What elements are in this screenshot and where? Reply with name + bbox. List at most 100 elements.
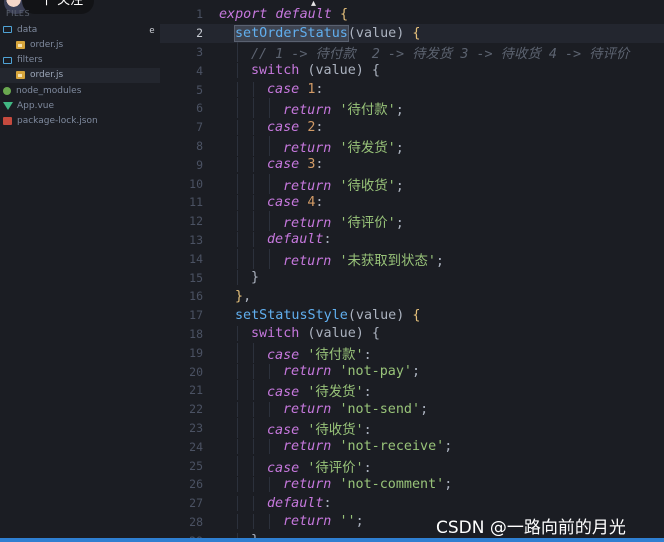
code-line[interactable]: 18 switch (value) { (160, 325, 664, 344)
code-line[interactable]: 24 return 'not-receive'; (160, 437, 664, 456)
code-line[interactable]: 17 setStatusStyle(value) { (160, 306, 664, 325)
code-text: return 'not-pay'; (219, 364, 420, 380)
indent-guide (269, 401, 270, 417)
code-line[interactable]: 16}, (160, 287, 664, 306)
code-line[interactable]: 2 setOrderStatus(value) { (160, 23, 664, 43)
file-tree-item[interactable]: App.vue (0, 99, 160, 114)
indent-guide (253, 342, 254, 363)
code-line[interactable]: 4 switch (value) { (160, 61, 664, 80)
line-number: 17 (189, 308, 203, 323)
code-text: return 'not-receive'; (219, 439, 453, 455)
code-token: : (363, 423, 372, 438)
line-number: 2 (196, 26, 203, 41)
code-text: case '待付款': (219, 342, 372, 363)
code-line[interactable]: 15} (160, 268, 664, 287)
code-text: case '待评价': (219, 455, 372, 476)
code-line[interactable]: 10 return '待收货'; (160, 173, 664, 194)
code-line[interactable]: 26 return 'not-comment'; (160, 475, 664, 494)
code-token: return (283, 401, 332, 417)
indent-guide (237, 82, 238, 98)
code-token: ; (444, 439, 453, 455)
indent-guide (253, 157, 254, 173)
code-token: '待收货' (307, 423, 364, 438)
code-editor[interactable]: ▴ 1 export default {2 setOrderStatus(value… (160, 0, 664, 542)
code-line[interactable]: 22 return 'not-send'; (160, 400, 664, 419)
indent-guide (253, 194, 254, 210)
indent-guide (237, 42, 238, 62)
code-line[interactable]: 19 case '待付款': (160, 342, 664, 363)
code-token: switch (251, 63, 300, 79)
code-line[interactable]: 11 case 4: (160, 193, 664, 212)
indent-guide (253, 495, 254, 511)
code-text: switch (value) { (219, 63, 380, 79)
code-token: 'not-pay' (339, 364, 412, 380)
file-tree-item[interactable]: node_modules (0, 83, 160, 98)
follow-button[interactable]: 十 关注 (22, 0, 94, 14)
code-line[interactable]: 27 default: (160, 494, 664, 513)
line-number: 16 (189, 289, 203, 304)
code-line[interactable]: 13 default: (160, 231, 664, 250)
code-token: // 1 -> 待付款 2 -> 待发货 3 -> 待收货 4 -> 待评价 (251, 47, 630, 62)
code-token: '待发货' (339, 141, 396, 156)
line-number: 4 (196, 63, 203, 78)
code-line[interactable]: 8 return '待发货'; (160, 136, 664, 156)
code-token: switch (251, 326, 300, 342)
code-line[interactable]: 7 case 2: (160, 118, 664, 137)
line-number: 14 (189, 251, 203, 266)
code-line[interactable]: 12 return '待评价'; (160, 211, 664, 232)
indent-guide (269, 98, 270, 119)
code-token: setOrderStatus (234, 24, 349, 42)
line-number: 26 (189, 477, 203, 492)
code-token: case (267, 194, 300, 210)
code-token: : (315, 194, 324, 210)
status-bar (0, 538, 664, 542)
code-token: (value) (347, 25, 413, 41)
code-line[interactable]: 5 case 1: (160, 80, 664, 99)
code-text: case 3: (219, 157, 323, 173)
line-number: 25 (189, 458, 203, 473)
code-text: } (219, 270, 259, 286)
indent-guide (237, 194, 238, 210)
code-line[interactable]: 3 // 1 -> 待付款 2 -> 待发货 3 -> 待收货 4 -> 待评价 (160, 42, 664, 62)
file-tree-item-label: order.js (30, 70, 64, 81)
code-token: return (283, 103, 332, 119)
code-text: case 2: (219, 119, 323, 135)
code-line[interactable]: 20 return 'not-pay'; (160, 362, 664, 381)
indent-guide (237, 476, 238, 492)
code-text: return ''; (219, 514, 364, 530)
code-token: return (283, 216, 332, 232)
line-number: 12 (189, 214, 203, 229)
code-text: return '未获取到状态'; (219, 248, 444, 269)
code-line[interactable]: 23 case '待收货': (160, 418, 664, 438)
code-token: '待付款' (339, 103, 396, 119)
indent-guide (269, 476, 270, 492)
code-text: return 'not-send'; (219, 401, 428, 417)
indent-guide (253, 173, 254, 194)
line-number: 21 (189, 383, 203, 398)
editor-mode-badge: e (149, 26, 155, 36)
file-tree-item[interactable]: order.js (0, 67, 160, 83)
code-text: return 'not-comment'; (219, 476, 452, 492)
code-line[interactable]: 6 return '待付款'; (160, 98, 664, 119)
file-tree-item[interactable]: package-lock.json (0, 114, 160, 129)
code-token: ; (355, 514, 364, 530)
indent-guide (253, 232, 254, 248)
file-tree-item[interactable]: filters (0, 53, 160, 68)
code-token: return (283, 253, 332, 269)
code-line[interactable]: 9 case 3: (160, 155, 664, 174)
code-line[interactable]: 14 return '未获取到状态'; (160, 248, 664, 269)
code-line[interactable]: 1 export default { (160, 5, 664, 24)
indent-guide (269, 439, 270, 455)
indent-guide (253, 439, 254, 455)
code-token: : (315, 82, 324, 98)
code-line[interactable]: 25 case '待评价': (160, 455, 664, 476)
folder-icon (3, 26, 12, 33)
file-tree-item[interactable]: data (0, 22, 160, 37)
code-token: : (323, 495, 332, 511)
file-tree-item[interactable]: order.js (0, 37, 160, 52)
line-number: 8 (196, 138, 203, 153)
indent-guide (237, 63, 238, 79)
code-token: 'not-comment' (339, 476, 445, 492)
indent-guide (237, 514, 238, 530)
code-line[interactable]: 21 case '待发货': (160, 380, 664, 401)
